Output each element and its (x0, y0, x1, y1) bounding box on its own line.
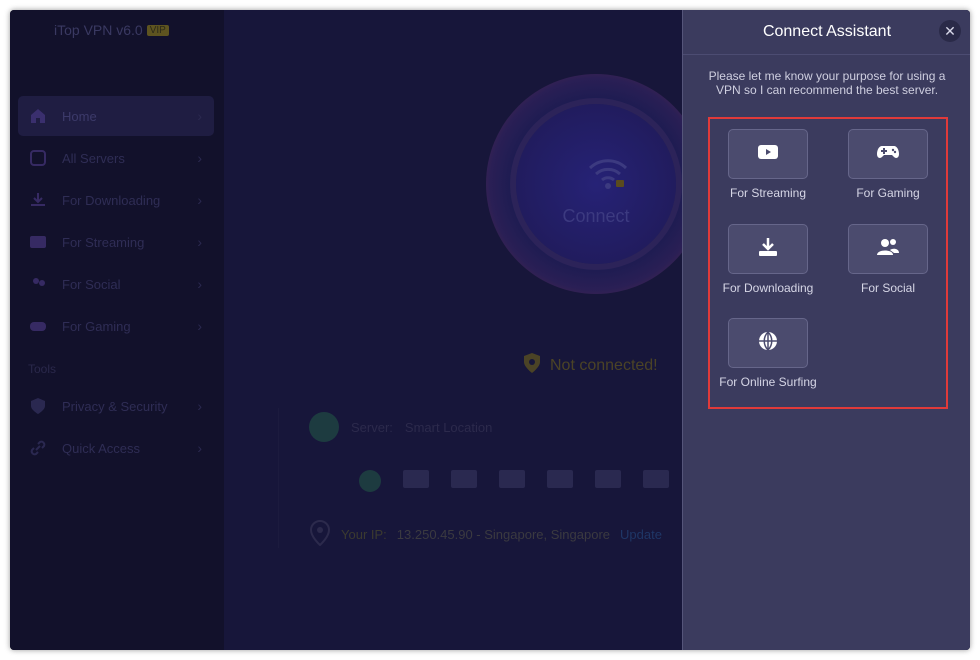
option-label: For Social (860, 281, 916, 295)
japan-flag-icon[interactable] (451, 470, 477, 488)
option-social[interactable]: For Social (838, 224, 938, 295)
app-brand: iTop VPN v6.0 VIP (54, 22, 169, 38)
app-window: iTop VPN v6.0 VIP Home › All Servers › F… (10, 10, 970, 650)
people-icon (876, 237, 900, 262)
connection-status: Not connected! (522, 352, 658, 379)
us-flag-icon[interactable] (403, 470, 429, 488)
sidebar-nav: Home › All Servers › For Downloading › F… (18, 96, 214, 470)
ip-label: Your IP: (341, 527, 387, 542)
status-text: Not connected! (550, 356, 658, 374)
option-label: For Downloading (722, 281, 814, 295)
vip-badge: VIP (146, 24, 169, 36)
panel-header: Connect Assistant ✕ (683, 10, 970, 55)
server-line[interactable]: Server: Smart Location (309, 412, 492, 442)
ip-value: 13.250.45.90 - Singapore, Singapore (396, 527, 610, 542)
us-flag-icon[interactable] (499, 470, 525, 488)
smart-location-icon (309, 412, 339, 442)
chevron-right-icon: › (197, 276, 202, 292)
chevron-right-icon: › (197, 192, 202, 208)
sidebar-item-label: For Streaming (62, 234, 145, 250)
sidebar-item-all-servers[interactable]: All Servers › (18, 138, 214, 178)
option-streaming[interactable]: For Streaming (718, 129, 818, 200)
sidebar-item-label: For Social (62, 276, 121, 292)
wifi-icon (586, 156, 630, 197)
server-value: Smart Location (404, 419, 493, 435)
sidebar-item-label: Quick Access (62, 440, 141, 456)
option-label: For Streaming (729, 186, 807, 200)
location-pin-icon (309, 519, 331, 549)
servers-icon (28, 148, 48, 168)
chevron-right-icon: › (197, 150, 202, 166)
chevron-right-icon: › (197, 234, 202, 250)
app-title: iTop VPN v6.0 (54, 22, 143, 38)
gamepad-icon (28, 316, 48, 336)
sidebar-item-label: For Gaming (62, 318, 131, 334)
sidebar-item-gaming[interactable]: For Gaming › (18, 306, 214, 346)
chevron-right-icon: › (197, 108, 202, 124)
link-icon (28, 438, 48, 458)
smart-location-flag-icon[interactable] (359, 470, 381, 492)
ip-update-link[interactable]: Update (620, 527, 662, 542)
sidebar-item-label: All Servers (62, 150, 125, 166)
brazil-flag-icon[interactable] (547, 470, 573, 488)
tools-section-title: Tools (28, 362, 57, 376)
gaming-button[interactable] (848, 129, 928, 179)
sidebar-item-downloading[interactable]: For Downloading › (18, 180, 214, 220)
recent-servers (359, 470, 669, 492)
chevron-right-icon: › (197, 318, 202, 334)
sidebar-item-social[interactable]: For Social › (18, 264, 214, 304)
option-online-surfing[interactable]: For Online Surfing (718, 318, 818, 389)
option-downloading[interactable]: For Downloading (718, 224, 818, 295)
close-button[interactable]: ✕ (939, 20, 961, 42)
connect-assistant-panel: Connect Assistant ✕ Please let me know y… (682, 10, 970, 650)
option-label: For Gaming (856, 186, 920, 200)
sidebar: iTop VPN v6.0 VIP Home › All Servers › F… (10, 10, 224, 650)
chevron-right-icon: › (197, 440, 202, 456)
sidebar-item-home[interactable]: Home › (18, 96, 214, 136)
panel-title: Connect Assistant (762, 23, 892, 40)
sidebar-item-streaming[interactable]: For Streaming › (18, 222, 214, 262)
server-card: Server: Smart Location Your IP: 13.250.4… (278, 408, 699, 548)
sidebar-item-quick-access[interactable]: Quick Access › (18, 428, 214, 468)
server-label: Server: (351, 419, 393, 435)
sidebar-item-label: Home (62, 108, 97, 124)
social-button[interactable] (848, 224, 928, 274)
gamepad-icon (876, 144, 900, 165)
downloading-button[interactable] (728, 224, 808, 274)
shield-warning-icon (522, 352, 542, 379)
download-icon (28, 190, 48, 210)
shield-icon (28, 396, 48, 416)
chevron-right-icon: › (197, 398, 202, 414)
sidebar-item-privacy-security[interactable]: Privacy & Security › (18, 386, 214, 426)
purpose-options-highlight: For Streaming For Gaming For Downloading (708, 117, 948, 409)
home-icon (28, 106, 48, 126)
connect-label: Connect (562, 206, 630, 226)
japan-flag-icon[interactable] (643, 470, 669, 488)
download-icon (757, 236, 779, 263)
youtube-play-icon (757, 144, 779, 165)
play-icon (28, 232, 48, 252)
option-gaming[interactable]: For Gaming (838, 129, 938, 200)
streaming-button[interactable] (728, 129, 808, 179)
panel-description: Please let me know your purpose for usin… (708, 69, 946, 97)
sidebar-item-label: For Downloading (62, 192, 161, 208)
option-label: For Online Surfing (719, 375, 817, 389)
korea-flag-icon[interactable] (595, 470, 621, 488)
social-icon (28, 274, 48, 294)
close-icon: ✕ (944, 22, 956, 39)
globe-icon (757, 330, 779, 357)
sidebar-item-label: Privacy & Security (62, 398, 168, 414)
ip-line: Your IP: 13.250.45.90 - Singapore, Singa… (309, 519, 662, 549)
online-surfing-button[interactable] (728, 318, 808, 368)
